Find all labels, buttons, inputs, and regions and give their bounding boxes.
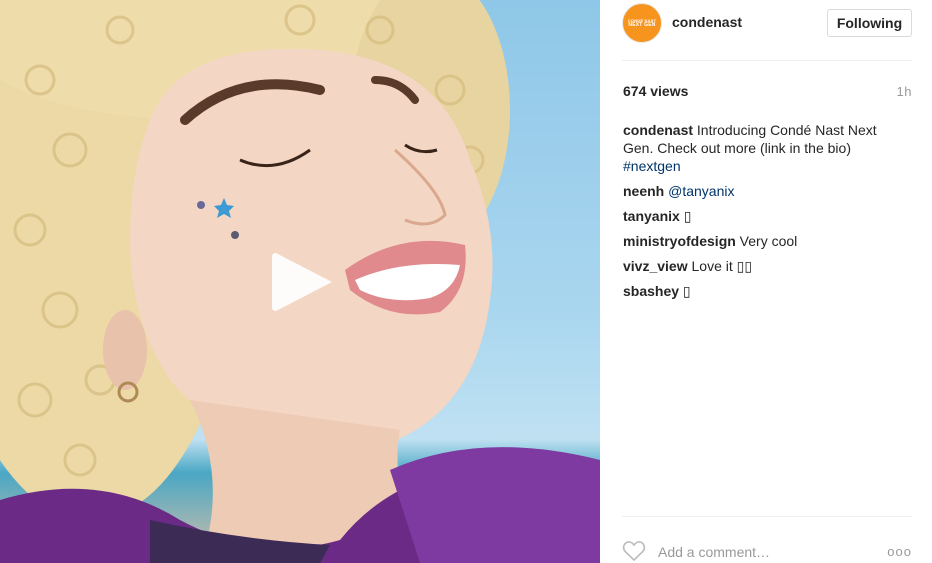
list-item: neenh @tanyanix	[623, 182, 908, 200]
post-header: CONDÉ NAST NEXT GEN condenast Following	[622, 3, 912, 61]
like-button[interactable]	[622, 540, 646, 562]
play-button[interactable]	[270, 249, 336, 315]
add-comment-input[interactable]	[658, 541, 858, 563]
list-item: sbashey ▯	[623, 282, 908, 300]
list-item: tanyanix ▯	[623, 207, 908, 225]
comment-author[interactable]: vivz_view	[623, 258, 688, 274]
account-username[interactable]: condenast	[672, 14, 742, 30]
comment-list: condenast Introducing Condé Nast Next Ge…	[623, 121, 908, 307]
list-item: ministryofdesign Very cool	[623, 232, 908, 250]
caption: condenast Introducing Condé Nast Next Ge…	[623, 121, 908, 175]
more-options-button[interactable]: ooo	[887, 544, 912, 559]
comment-text: Love it ▯▯	[687, 258, 753, 274]
hashtag-link[interactable]: #nextgen	[623, 158, 681, 174]
comment-author[interactable]: sbashey	[623, 283, 679, 299]
avatar[interactable]: CONDÉ NAST NEXT GEN	[622, 3, 662, 43]
comment-bar: ooo	[622, 516, 912, 563]
play-icon	[272, 253, 332, 311]
heart-icon	[622, 541, 646, 561]
post-time[interactable]: 1h	[897, 84, 912, 99]
caption-author[interactable]: condenast	[623, 122, 693, 138]
mention-link[interactable]: @tanyanix	[668, 183, 734, 199]
list-item: vivz_view Love it ▯▯	[623, 257, 908, 275]
comment-text: ▯	[679, 208, 692, 224]
avatar-text-bottom: NEXT GEN	[628, 22, 656, 28]
comment-text: Very cool	[735, 233, 798, 249]
comment-author[interactable]: ministryofdesign	[623, 233, 736, 249]
following-button[interactable]: Following	[827, 9, 912, 37]
comment-author[interactable]: neenh	[623, 183, 664, 199]
comment-author[interactable]: tanyanix	[623, 208, 680, 224]
post-details-panel: CONDÉ NAST NEXT GEN condenast Following …	[600, 0, 932, 563]
post-media-video[interactable]	[0, 0, 600, 563]
comment-text: ▯	[679, 283, 691, 299]
view-count[interactable]: 674 views	[623, 83, 688, 99]
